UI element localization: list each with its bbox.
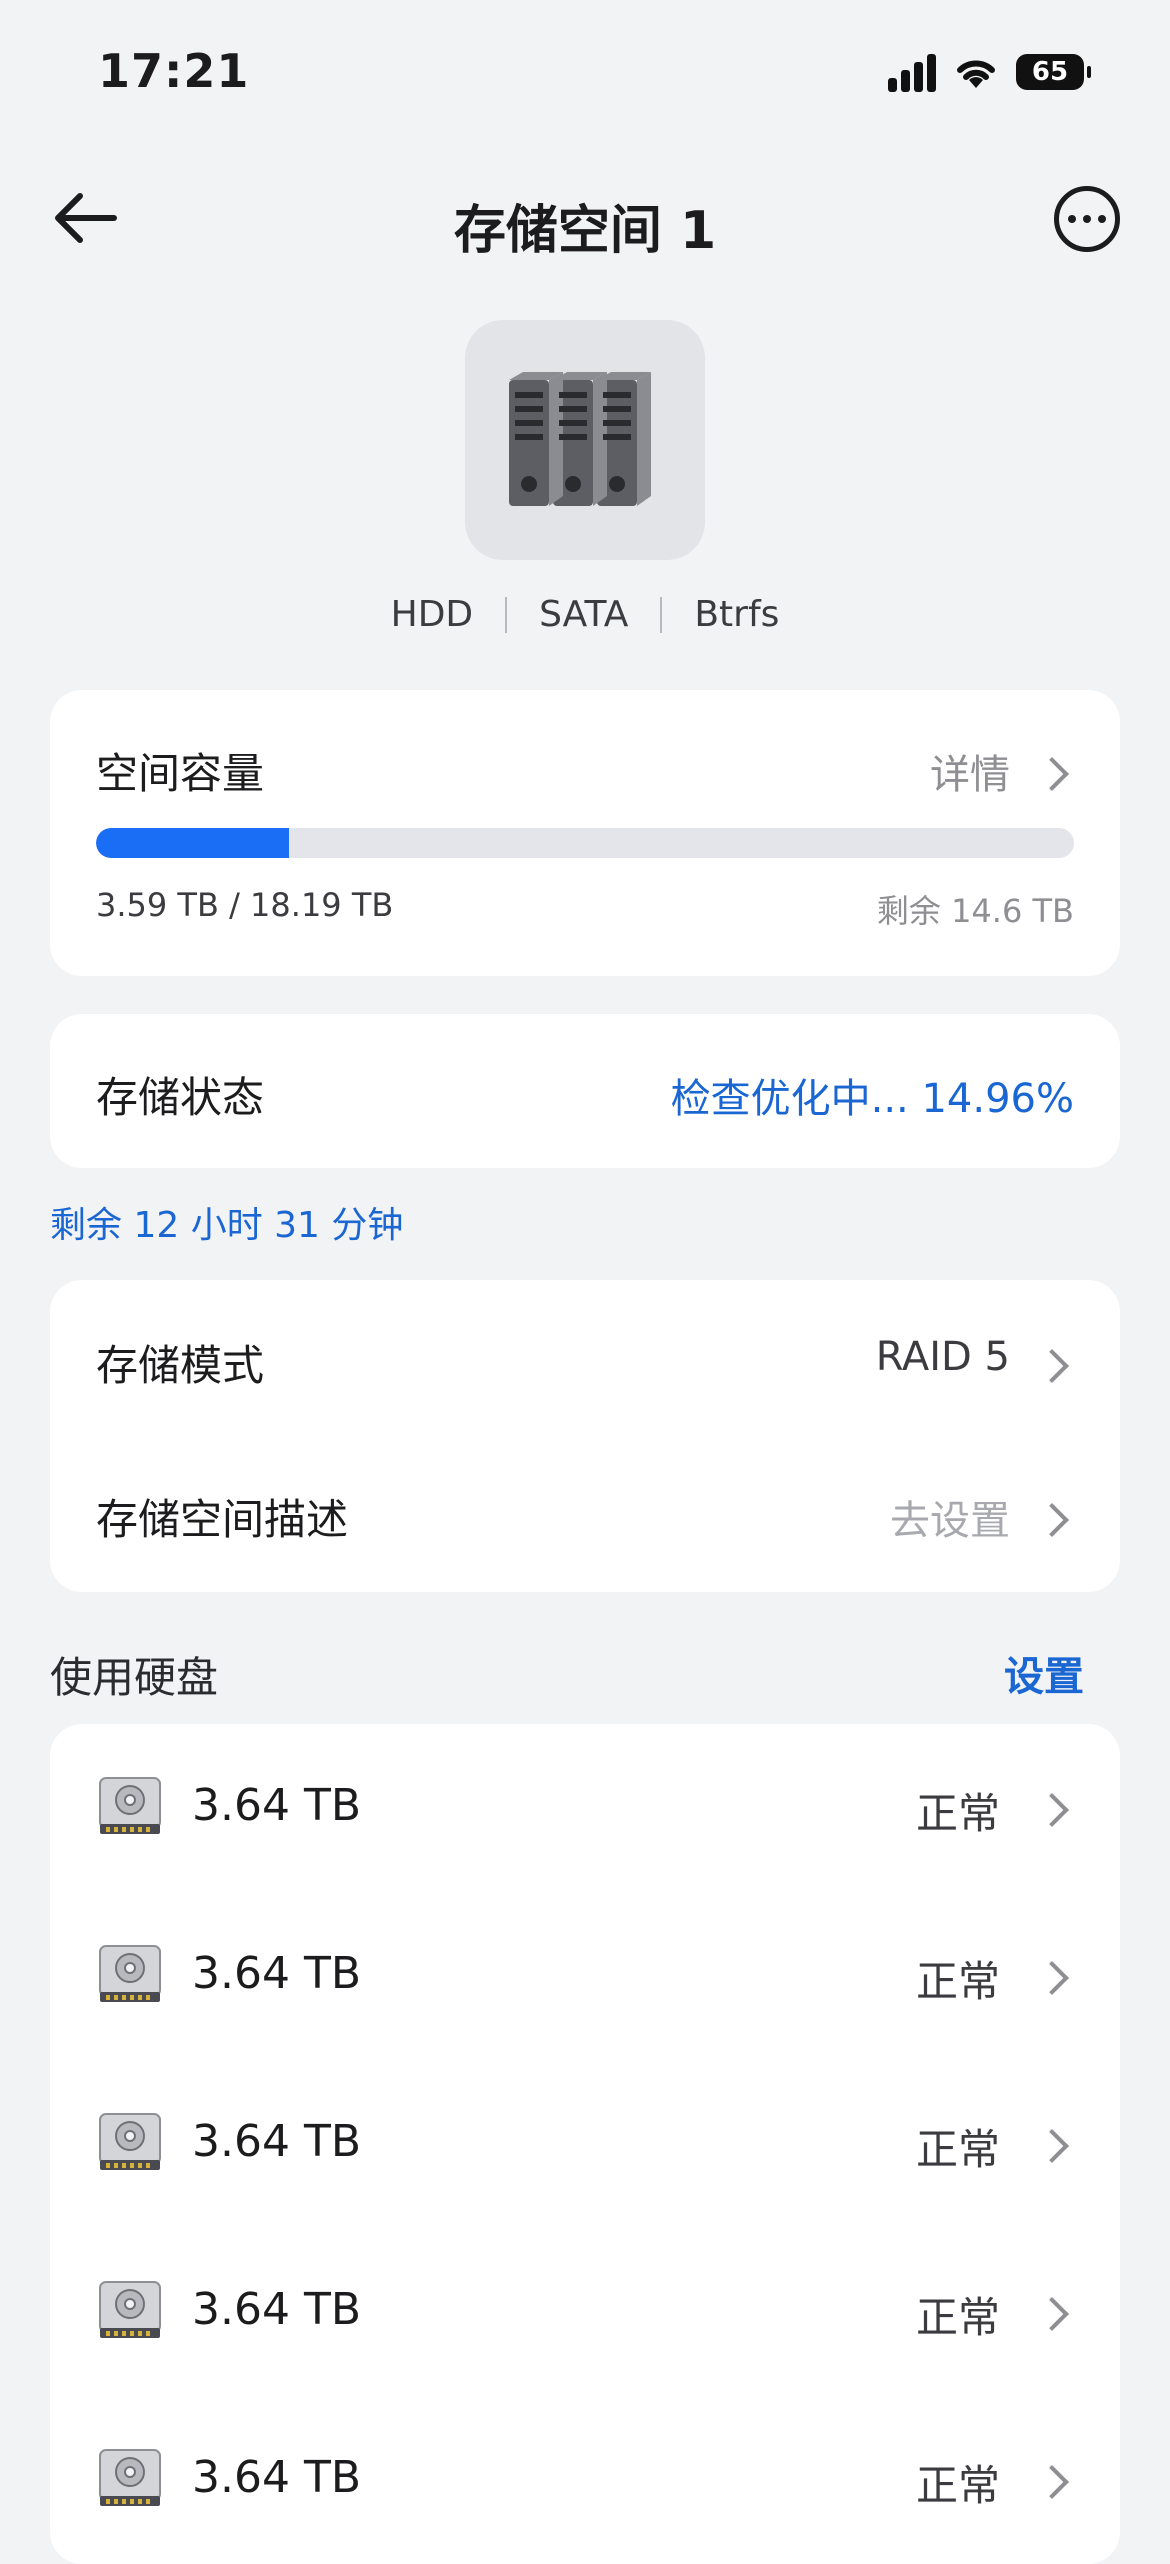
status-icons: 65 (888, 50, 1091, 94)
chevron-right-icon (1035, 2129, 1069, 2163)
capacity-remaining: 剩余 14.6 TB (876, 892, 1074, 930)
cellular-signal-icon (888, 52, 936, 92)
chevron-right-icon (1035, 2465, 1069, 2499)
capacity-label: 空间容量 (96, 749, 265, 798)
disk-size: 3.64 TB (192, 1948, 362, 1999)
battery-level: 65 (1031, 57, 1069, 87)
disk-row[interactable]: 3.64 TB 正常 (50, 2060, 1120, 2228)
battery-icon: 65 (1016, 54, 1091, 90)
hard-disk-icon (99, 1777, 161, 1834)
disk-size: 3.64 TB (192, 1780, 362, 1831)
chevron-right-icon (1035, 1349, 1069, 1383)
tag-filesystem: Btrfs (694, 594, 780, 635)
capacity-used-total: 3.59 TB / 18.19 TB (96, 886, 394, 924)
storage-description-row[interactable]: 存储空间描述 去设置 (50, 1436, 1120, 1592)
storage-state-card: 存储状态 检查优化中... 14.96% (50, 1014, 1120, 1168)
wifi-icon (957, 60, 995, 88)
disk-size: 3.64 TB (192, 2284, 362, 2335)
storage-description-label: 存储空间描述 (96, 1495, 349, 1544)
back-arrow-icon[interactable] (50, 188, 120, 248)
disk-size: 3.64 TB (192, 2452, 362, 2503)
capacity-progress-fill (96, 828, 289, 858)
storage-mode-label: 存储模式 (96, 1341, 265, 1390)
capacity-detail-link[interactable]: 详情 (930, 742, 1010, 800)
storage-state-label: 存储状态 (96, 1073, 265, 1122)
disk-row[interactable]: 3.64 TB 正常 (50, 1724, 1120, 1892)
tag-media-type: HDD (390, 594, 474, 635)
hard-disk-icon (99, 2281, 161, 2338)
page-title: 存储空间 1 (453, 201, 717, 261)
disk-status: 正常 (915, 2125, 1000, 2174)
disk-size: 3.64 TB (192, 2116, 362, 2167)
disks-card: 3.64 TB 正常 3.64 TB 正常 3.64 TB 正常 3.64 TB 正常 3.64… (50, 1724, 1120, 2564)
disk-status: 正常 (915, 2461, 1000, 2510)
more-options-button[interactable] (1054, 186, 1120, 252)
hard-disk-icon (99, 2449, 161, 2506)
remaining-time: 剩余 12 小时 31 分钟 (50, 1205, 404, 1246)
storage-mode-card: 存储模式 RAID 5 存储空间描述 去设置 (50, 1280, 1120, 1592)
disk-row[interactable]: 3.64 TB 正常 (50, 2228, 1120, 2396)
disk-status: 正常 (915, 2293, 1000, 2342)
hard-disk-icon (99, 1945, 161, 2002)
disk-status: 正常 (915, 1957, 1000, 2006)
storage-state-value: 检查优化中... 14.96% (670, 1076, 1074, 1122)
disks-section-header: 使用硬盘 (50, 1653, 219, 1702)
capacity-progress-bar (96, 828, 1074, 858)
more-dot (1083, 215, 1091, 223)
storage-mode-row[interactable]: 存储模式 RAID 5 (50, 1280, 1120, 1436)
chevron-right-icon (1035, 1961, 1069, 1995)
chevron-right-icon (1035, 1793, 1069, 1827)
more-dot (1068, 215, 1076, 223)
chevron-right-icon (1035, 2297, 1069, 2331)
capacity-card[interactable]: 空间容量 详情 3.59 TB / 18.19 TB 剩余 14.6 TB (50, 690, 1120, 976)
disk-row[interactable]: 3.64 TB 正常 (50, 1892, 1120, 2060)
hard-disk-icon (99, 2113, 161, 2170)
device-tags: HDD SATA Btrfs (0, 594, 1170, 635)
storage-mode-value: RAID 5 (875, 1334, 1010, 1380)
disk-status: 正常 (915, 1789, 1000, 1838)
disks-settings-link[interactable]: 设置 (1004, 1644, 1084, 1702)
more-dot (1098, 215, 1106, 223)
storage-description-value: 去设置 (890, 1498, 1010, 1544)
storage-server-icon (465, 320, 705, 560)
disk-row[interactable]: 3.64 TB 正常 (50, 2396, 1120, 2564)
chevron-right-icon (1035, 757, 1069, 791)
status-time: 17:21 (98, 44, 250, 98)
chevron-right-icon (1035, 1503, 1069, 1537)
tag-interface: SATA (539, 594, 629, 635)
